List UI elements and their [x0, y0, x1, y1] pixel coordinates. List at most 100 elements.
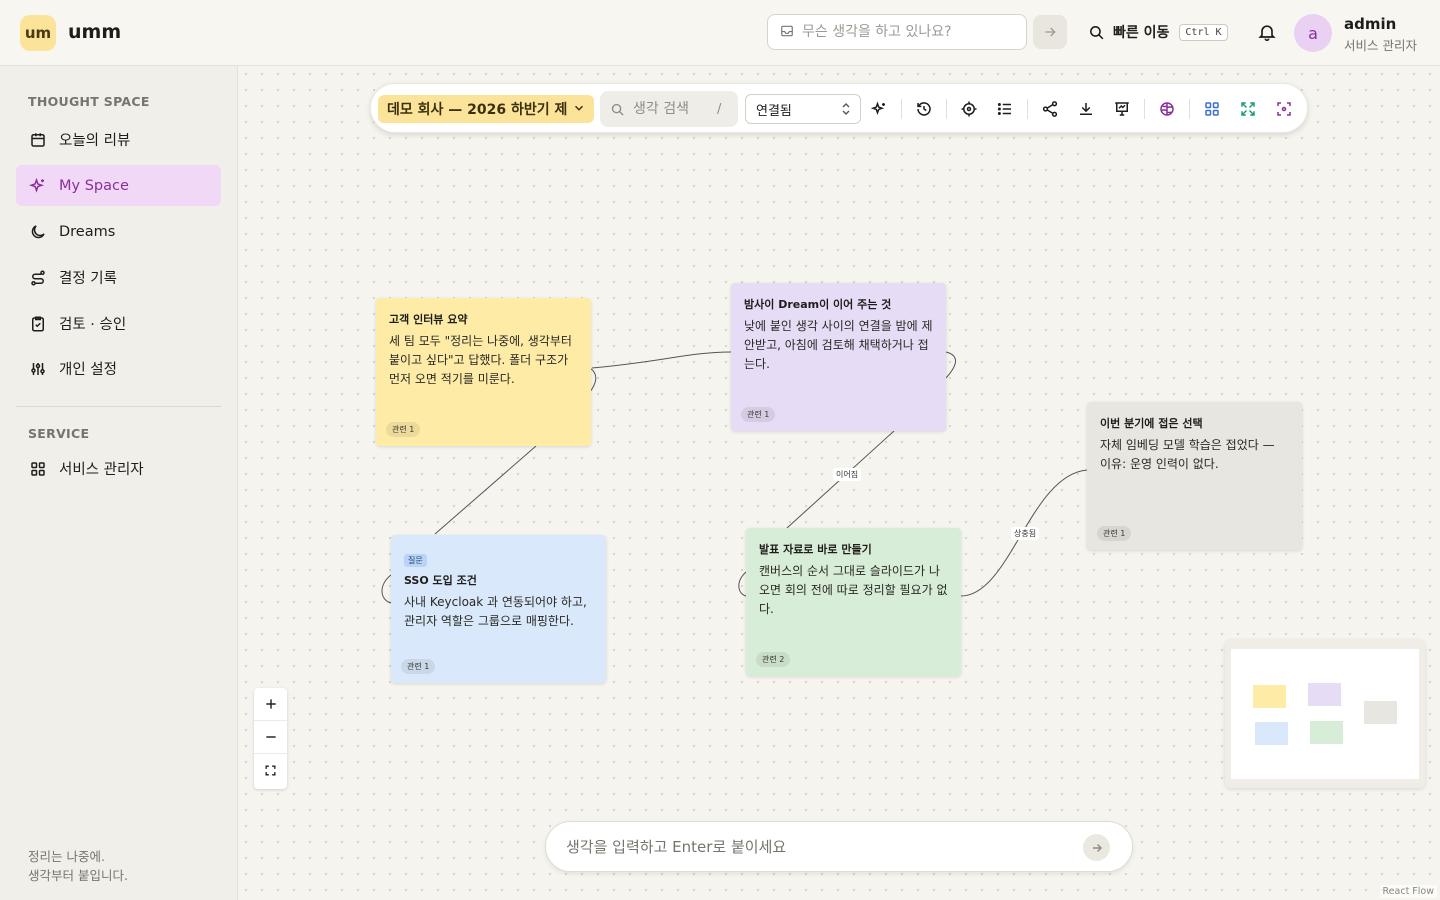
- toolbar-separator: [1027, 99, 1028, 119]
- minimap-node: [1255, 722, 1288, 745]
- filter-select[interactable]: 연결됨: [745, 94, 861, 124]
- logo-text[interactable]: umm: [68, 21, 121, 43]
- node-title: 이번 분기에 접은 선택: [1100, 417, 1203, 430]
- toolbar-separator: [1144, 99, 1145, 119]
- node-type-tag: 질문: [404, 554, 427, 567]
- sidebar-item-label: 오늘의 리뷰: [59, 133, 131, 149]
- expand-button[interactable]: [1235, 96, 1261, 122]
- search-shortcut: /: [717, 101, 722, 117]
- calendar-icon: [28, 130, 48, 150]
- node-body: 사내 Keycloak 과 연동되어야 하고, 관리자 역할은 그룹으로 매핑한…: [404, 595, 587, 628]
- focus-button[interactable]: [956, 96, 982, 122]
- sidebar-item-service-admin[interactable]: 서비스 관리자: [16, 448, 221, 489]
- brain-icon: [1160, 102, 1174, 116]
- grid-icon: [28, 459, 48, 479]
- thought-node-dream[interactable]: 밤사이 Dream이 이어 주는 것 낮에 붙인 생각 사이의 연결을 밤에 제…: [731, 283, 946, 431]
- user-name: admin: [1344, 15, 1397, 33]
- space-selector[interactable]: 데모 회사 — 2026 하반기 제: [378, 95, 594, 123]
- share-icon: [1042, 101, 1058, 117]
- toolbar-separator: [1189, 99, 1190, 119]
- node-body: 자체 임베딩 모델 학습은 접었다 — 이유: 운영 인력이 없다.: [1100, 438, 1275, 471]
- section-label-thought-space: THOUGHT SPACE: [28, 94, 150, 109]
- node-body: 캔버스의 순서 그대로 슬라이드가 나오면 회의 전에 따로 정리할 필요가 없…: [759, 564, 948, 616]
- zoom-controls: [254, 688, 287, 789]
- presentation-button[interactable]: [1109, 96, 1135, 122]
- search-icon: [1090, 25, 1104, 39]
- sidebar-item-decisions[interactable]: 결정 기록: [16, 257, 221, 298]
- focus-frame-icon: [1277, 102, 1291, 116]
- minimap[interactable]: [1225, 640, 1425, 788]
- inbox-icon: [780, 23, 794, 42]
- quick-nav-button[interactable]: 빠른 이동 Ctrl K: [1088, 18, 1228, 46]
- fullscreen-icon: [265, 765, 276, 776]
- fit-view-button[interactable]: [254, 754, 287, 787]
- minimap-viewport[interactable]: [1231, 649, 1419, 779]
- edge-label[interactable]: 상충됨: [1011, 527, 1040, 540]
- toolbar-separator: [946, 99, 947, 119]
- thought-search-input[interactable]: [633, 101, 717, 117]
- thought-composer-input[interactable]: [566, 837, 1066, 856]
- sidebar-item-label: 검토 · 승인: [59, 317, 127, 333]
- sparkles-icon: [28, 176, 48, 196]
- node-title: SSO 도입 조건: [404, 574, 477, 587]
- thought-node-dropped-choice[interactable]: 이번 분기에 접은 선택 자체 임베딩 모델 학습은 접었다 — 이유: 운영 …: [1087, 402, 1302, 550]
- download-icon: [1080, 103, 1092, 115]
- history-button[interactable]: [911, 96, 937, 122]
- minimap-node: [1364, 701, 1397, 724]
- fit-view-button[interactable]: [1271, 96, 1297, 122]
- sidebar-item-label: 개인 설정: [59, 362, 117, 378]
- react-flow-attribution[interactable]: React Flow: [1379, 885, 1437, 898]
- composer-send-button[interactable]: [1083, 834, 1110, 861]
- quick-thought-field[interactable]: [767, 14, 1027, 50]
- logo-mark[interactable]: um: [20, 15, 56, 51]
- sidebar-item-dreams[interactable]: Dreams: [16, 211, 221, 252]
- edge-label[interactable]: 이어짐: [833, 468, 862, 481]
- plus-icon: [265, 699, 276, 709]
- download-button[interactable]: [1073, 96, 1099, 122]
- list-view-button[interactable]: [992, 96, 1018, 122]
- ai-suggest-button[interactable]: [866, 96, 892, 122]
- user-role: 서비스 관리자: [1344, 38, 1417, 53]
- thought-node-interview[interactable]: 고객 인터뷰 요약 세 팀 모두 "정리는 나중에, 생각부터 붙이고 싶다"고…: [376, 298, 591, 446]
- sidebar-footer-line: 정리는 나중에.: [28, 849, 105, 864]
- sidebar-footer: 정리는 나중에. 생각부터 붙입니다.: [28, 847, 128, 885]
- sidebar-item-personal-settings[interactable]: 개인 설정: [16, 348, 221, 389]
- sidebar-item-label: 결정 기록: [59, 271, 117, 287]
- ai-brain-button[interactable]: [1154, 96, 1180, 122]
- history-icon: [917, 102, 931, 116]
- arrow-right-icon: [1092, 843, 1102, 852]
- crosshair-icon: [961, 101, 977, 117]
- sidebar: THOUGHT SPACE 오늘의 리뷰 My Space Dreams 결정 …: [0, 66, 238, 900]
- node-body: 세 팀 모두 "정리는 나중에, 생각부터 붙이고 싶다"고 답했다. 폴더 구…: [389, 334, 572, 386]
- share-button[interactable]: [1037, 96, 1063, 122]
- thought-node-sso[interactable]: 질문 SSO 도입 조건 사내 Keycloak 과 연동되어야 하고, 관리자…: [391, 535, 606, 683]
- thought-node-slides[interactable]: 발표 자료로 바로 만들기 캔버스의 순서 그대로 슬라이드가 나오면 회의 전…: [746, 528, 961, 676]
- grid-icon: [1205, 102, 1219, 116]
- zoom-in-button[interactable]: [254, 688, 287, 721]
- expand-icon: [1241, 102, 1255, 116]
- quick-thought-send-button[interactable]: [1033, 15, 1067, 49]
- sidebar-item-today-review[interactable]: 오늘의 리뷰: [16, 119, 221, 160]
- node-related-badge: 관련 1: [1097, 526, 1132, 541]
- quick-thought-input[interactable]: [802, 24, 1012, 40]
- node-title: 발표 자료로 바로 만들기: [759, 543, 872, 556]
- node-title: 고객 인터뷰 요약: [389, 313, 468, 326]
- sidebar-item-label: Dreams: [59, 223, 116, 240]
- sidebar-item-label: 서비스 관리자: [59, 462, 144, 478]
- thought-search-field[interactable]: /: [600, 91, 738, 127]
- grid-layout-button[interactable]: [1199, 96, 1225, 122]
- toolbar-separator: [901, 99, 902, 119]
- avatar[interactable]: a: [1294, 14, 1332, 52]
- node-related-badge: 관련 1: [741, 407, 776, 422]
- node-related-badge: 관련 2: [756, 652, 791, 667]
- node-related-badge: 관련 1: [386, 422, 421, 437]
- notifications-button[interactable]: [1254, 19, 1280, 45]
- sidebar-item-review-approval[interactable]: 검토 · 승인: [16, 303, 221, 344]
- zoom-out-button[interactable]: [254, 721, 287, 754]
- sparkles-icon: [870, 101, 885, 115]
- sidebar-item-label: My Space: [59, 177, 129, 194]
- thought-composer[interactable]: [545, 821, 1133, 872]
- sidebar-item-my-space[interactable]: My Space: [16, 165, 221, 206]
- presentation-icon: [1115, 102, 1129, 116]
- top-header: um umm 빠른 이동 Ctrl K a admin 서비스 관리자: [0, 0, 1440, 66]
